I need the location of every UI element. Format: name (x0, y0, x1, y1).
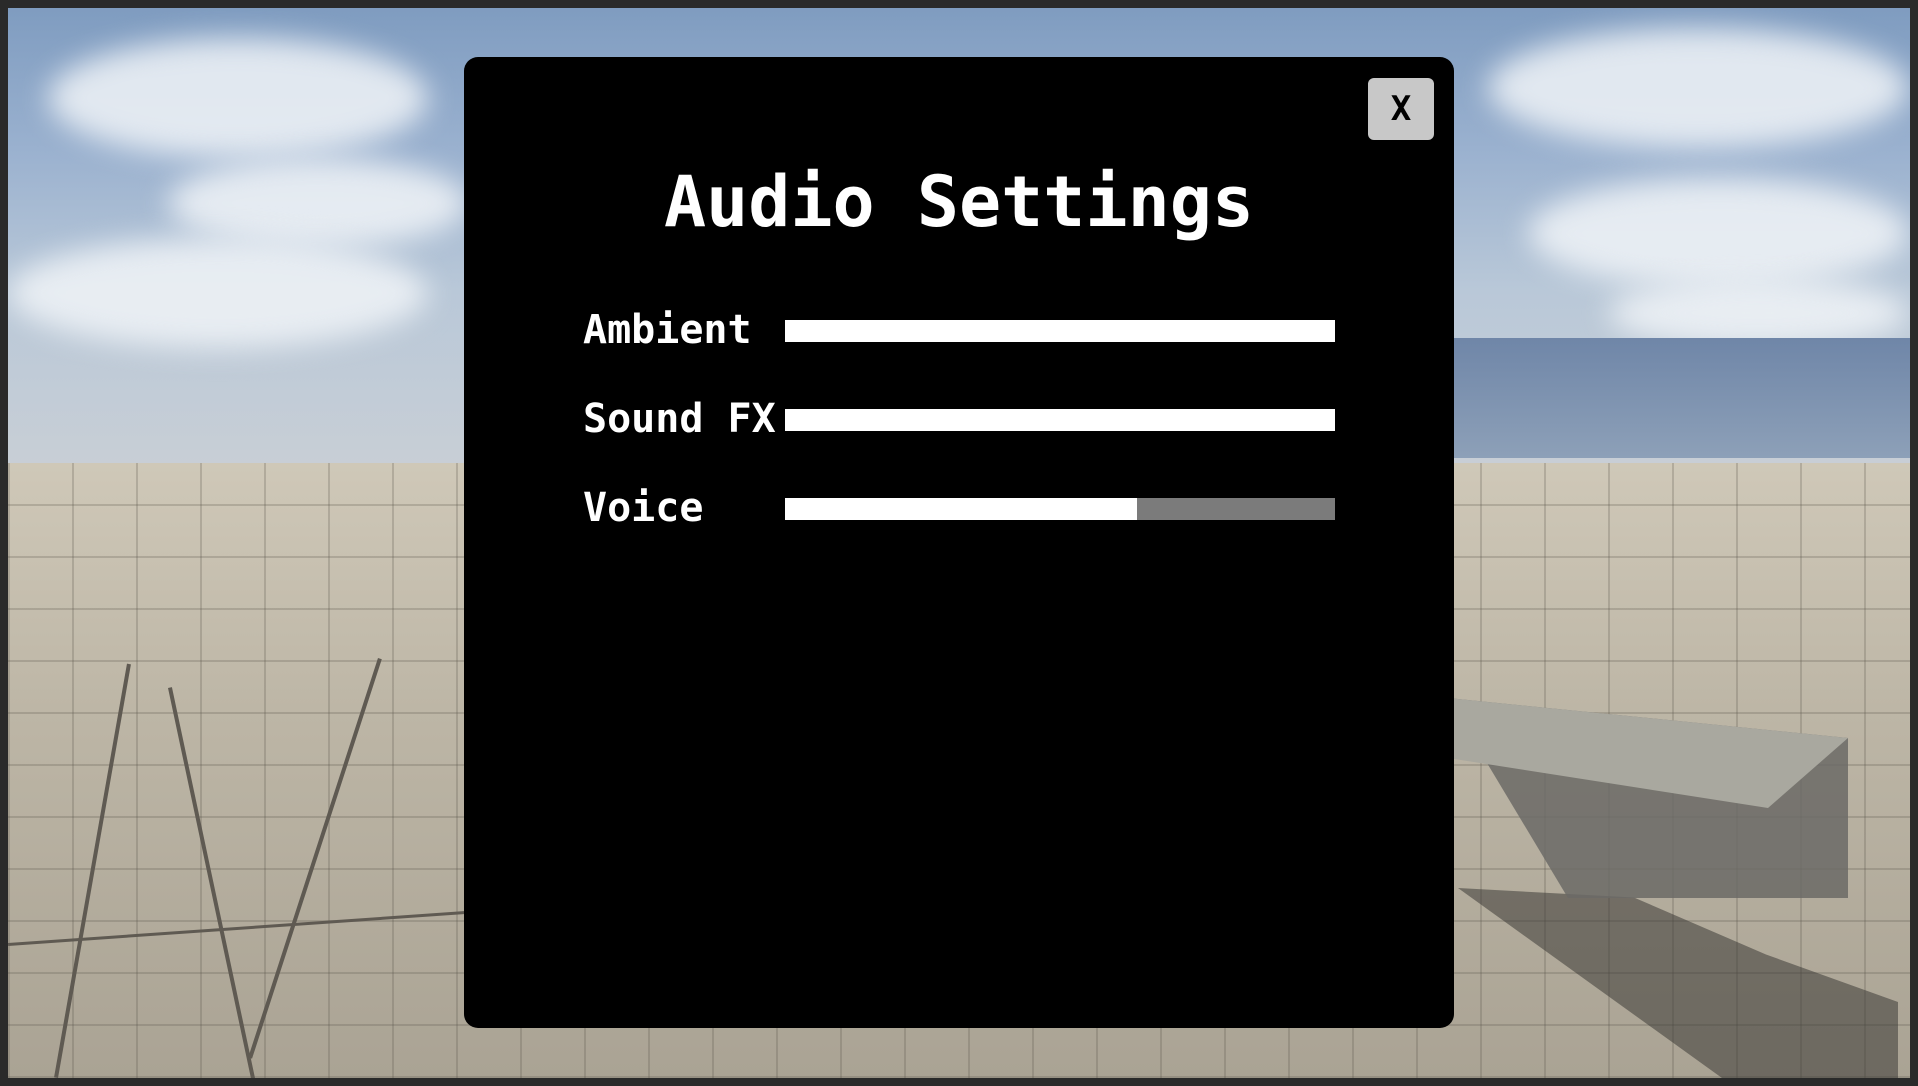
ambient-slider[interactable] (785, 320, 1335, 342)
sound-fx-row: Sound FX (583, 394, 1343, 444)
sound-fx-label: Sound FX (583, 396, 776, 442)
close-button[interactable]: X (1368, 78, 1434, 140)
voice-row: Voice (583, 483, 1343, 533)
ambient-label: Ambient (583, 307, 752, 353)
dialog-title: Audio Settings (663, 161, 1254, 243)
voice-label: Voice (583, 485, 704, 531)
voice-slider[interactable] (785, 498, 1335, 520)
distant-horizon (1448, 338, 1910, 458)
ambient-row: Ambient (583, 305, 1343, 355)
sound-fx-slider[interactable] (785, 409, 1335, 431)
ambient-slider-fill (785, 320, 1335, 342)
audio-settings-dialog: X Audio Settings Ambient Sound FX Voice (464, 57, 1454, 1028)
sound-fx-slider-fill (785, 409, 1335, 431)
voice-slider-fill (785, 498, 1137, 520)
